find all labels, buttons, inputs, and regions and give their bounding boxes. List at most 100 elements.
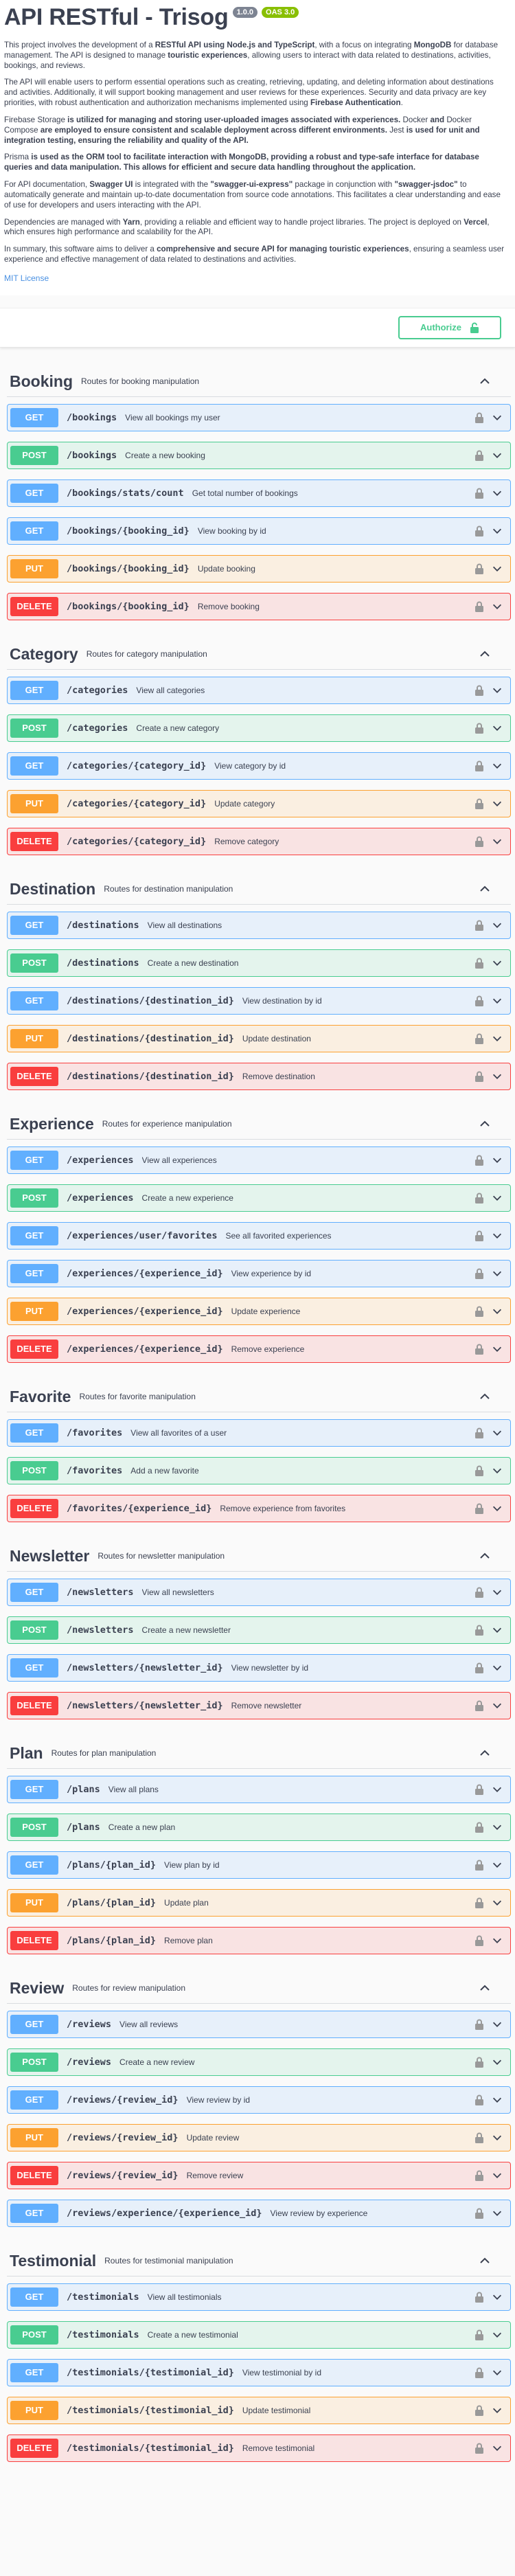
operation-get[interactable]: GET/plans/{plan_id} View plan by id — [7, 1851, 511, 1879]
lock-icon[interactable] — [474, 1230, 484, 1241]
chevron-down-icon[interactable] — [491, 1934, 503, 1947]
operation-get[interactable]: GET/destinations View all destinations — [7, 911, 511, 939]
operation-get[interactable]: GET/plans View all plans — [7, 1775, 511, 1803]
lock-icon[interactable] — [474, 1625, 484, 1636]
chevron-down-icon[interactable] — [491, 2018, 503, 2031]
chevron-down-icon[interactable] — [491, 2404, 503, 2417]
operation-delete[interactable]: DELETE/favorites/{experience_id} Remove e… — [7, 1494, 511, 1522]
tag-header[interactable]: Review Routes for review manipulation — [7, 1974, 511, 2004]
operation-put[interactable]: PUT/plans/{plan_id} Update plan — [7, 1888, 511, 1917]
chevron-down-icon[interactable] — [491, 919, 503, 931]
operation-get[interactable]: GET/newsletters/{newsletter_id} View news… — [7, 1653, 511, 1682]
operation-delete[interactable]: DELETE/reviews/{review_id} Remove review — [7, 2161, 511, 2189]
lock-icon[interactable] — [474, 1700, 484, 1711]
lock-icon[interactable] — [474, 1071, 484, 1082]
chevron-down-icon[interactable] — [491, 1624, 503, 1636]
operation-get[interactable]: GET/reviews View all reviews — [7, 2010, 511, 2038]
lock-icon[interactable] — [474, 2057, 484, 2068]
operation-post[interactable]: POST/newsletters Create a new newsletter — [7, 1616, 511, 1644]
operation-get[interactable]: GET/destinations/{destination_id} View de… — [7, 986, 511, 1015]
chevron-down-icon[interactable] — [491, 600, 503, 613]
chevron-down-icon[interactable] — [491, 411, 503, 424]
operation-get[interactable]: GET/newsletters View all newsletters — [7, 1578, 511, 1606]
operation-post[interactable]: POST/favorites Add a new favorite — [7, 1456, 511, 1484]
chevron-down-icon[interactable] — [491, 563, 503, 575]
operation-post[interactable]: POST/experiences Create a new experience — [7, 1184, 511, 1212]
lock-icon[interactable] — [474, 601, 484, 612]
lock-icon[interactable] — [474, 1860, 484, 1871]
lock-icon[interactable] — [474, 723, 484, 734]
operation-get[interactable]: GET/experiences/user/favorites See all fa… — [7, 1221, 511, 1250]
chevron-down-icon[interactable] — [491, 1859, 503, 1871]
chevron-up-icon[interactable] — [478, 1549, 492, 1563]
operation-get[interactable]: GET/bookings View all bookings my user — [7, 403, 511, 431]
lock-icon[interactable] — [474, 488, 484, 499]
chevron-down-icon[interactable] — [491, 2169, 503, 2182]
chevron-down-icon[interactable] — [491, 798, 503, 810]
operation-post[interactable]: POST/destinations Create a new destinatio… — [7, 949, 511, 977]
chevron-up-icon[interactable] — [478, 2254, 492, 2268]
chevron-down-icon[interactable] — [491, 1465, 503, 1477]
chevron-down-icon[interactable] — [491, 995, 503, 1007]
operation-delete[interactable]: DELETE/destinations/{destination_id} Remo… — [7, 1062, 511, 1090]
lock-icon[interactable] — [474, 920, 484, 931]
operation-get[interactable]: GET/testimonials View all testimonials — [7, 2283, 511, 2311]
operation-put[interactable]: PUT/testimonials/{testimonial_id} Update … — [7, 2396, 511, 2424]
lock-icon[interactable] — [474, 1822, 484, 1833]
lock-icon[interactable] — [474, 1033, 484, 1044]
lock-icon[interactable] — [474, 1784, 484, 1795]
lock-icon[interactable] — [474, 2094, 484, 2105]
lock-icon[interactable] — [474, 685, 484, 696]
operation-put[interactable]: PUT/experiences/{experience_id} Update ex… — [7, 1297, 511, 1325]
lock-icon[interactable] — [474, 995, 484, 1006]
operation-get[interactable]: GET/experiences View all experiences — [7, 1146, 511, 1174]
lock-icon[interactable] — [474, 2132, 484, 2143]
lock-icon[interactable] — [474, 1935, 484, 1946]
tag-header[interactable]: Testimonial Routes for testimonial manipu… — [7, 2246, 511, 2276]
operation-post[interactable]: POST/plans Create a new plan — [7, 1813, 511, 1841]
chevron-down-icon[interactable] — [491, 449, 503, 462]
chevron-down-icon[interactable] — [491, 760, 503, 772]
operation-post[interactable]: POST/bookings Create a new booking — [7, 441, 511, 469]
chevron-down-icon[interactable] — [491, 1821, 503, 1833]
operation-put[interactable]: PUT/reviews/{review_id} Update review — [7, 2123, 511, 2151]
authorize-button[interactable]: Authorize — [398, 315, 501, 339]
operation-delete[interactable]: DELETE/testimonials/{testimonial_id} Remo… — [7, 2434, 511, 2462]
chevron-down-icon[interactable] — [491, 1427, 503, 1439]
chevron-down-icon[interactable] — [491, 1662, 503, 1674]
license-link[interactable]: MIT License — [4, 273, 49, 283]
lock-icon[interactable] — [474, 450, 484, 461]
lock-icon[interactable] — [474, 1344, 484, 1355]
chevron-down-icon[interactable] — [491, 1343, 503, 1355]
chevron-up-icon[interactable] — [478, 1746, 492, 1760]
chevron-down-icon[interactable] — [491, 2056, 503, 2068]
chevron-up-icon[interactable] — [478, 1390, 492, 1403]
lock-icon[interactable] — [474, 1427, 484, 1438]
operation-put[interactable]: PUT/bookings/{booking_id} Update booking — [7, 554, 511, 583]
chevron-down-icon[interactable] — [491, 2329, 503, 2341]
chevron-down-icon[interactable] — [491, 2094, 503, 2106]
chevron-down-icon[interactable] — [491, 1032, 503, 1045]
operation-delete[interactable]: DELETE/experiences/{experience_id} Remove… — [7, 1335, 511, 1363]
operation-get[interactable]: GET/favorites View all favorites of a use… — [7, 1419, 511, 1447]
chevron-down-icon[interactable] — [491, 1305, 503, 1318]
lock-icon[interactable] — [474, 412, 484, 423]
tag-header[interactable]: Experience Routes for experience manipula… — [7, 1109, 511, 1140]
lock-icon[interactable] — [474, 2405, 484, 2416]
lock-icon[interactable] — [474, 1503, 484, 1514]
operation-get[interactable]: GET/bookings/{booking_id} View booking by… — [7, 517, 511, 545]
lock-icon[interactable] — [474, 2019, 484, 2030]
chevron-down-icon[interactable] — [491, 957, 503, 969]
operation-put[interactable]: PUT/categories/{category_id} Update categ… — [7, 789, 511, 817]
chevron-down-icon[interactable] — [491, 684, 503, 697]
chevron-up-icon[interactable] — [478, 1117, 492, 1131]
tag-header[interactable]: Category Routes for category manipulation — [7, 640, 511, 670]
operation-delete[interactable]: DELETE/plans/{plan_id} Remove plan — [7, 1926, 511, 1954]
lock-icon[interactable] — [474, 2208, 484, 2219]
chevron-down-icon[interactable] — [491, 1783, 503, 1796]
lock-icon[interactable] — [474, 1268, 484, 1279]
chevron-down-icon[interactable] — [491, 525, 503, 537]
operation-get[interactable]: GET/categories/{category_id} View categor… — [7, 752, 511, 780]
tag-header[interactable]: Booking Routes for booking manipulation — [7, 367, 511, 397]
chevron-up-icon[interactable] — [478, 647, 492, 661]
